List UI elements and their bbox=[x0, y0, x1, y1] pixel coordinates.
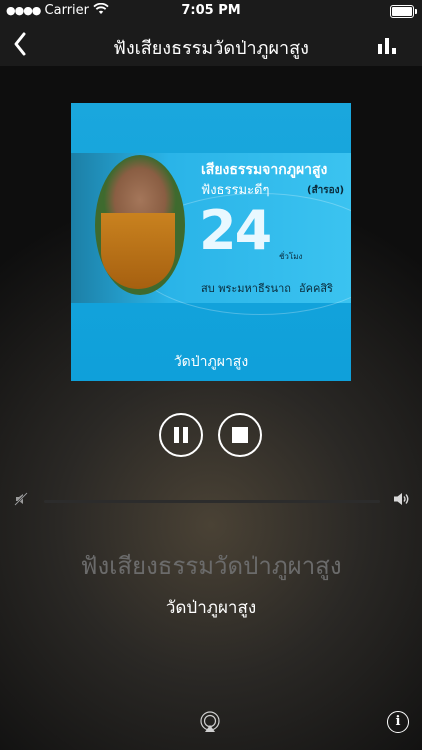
monk-robe bbox=[101, 213, 175, 289]
track-title: ฟังเสียงธรรมวัดป่าภูผาสูง bbox=[80, 552, 342, 580]
artwork-speaker-suffix: อัคคสิริ bbox=[299, 282, 333, 295]
info-button[interactable]: i bbox=[387, 711, 409, 733]
track-subtitle: วัดป่าภูผาสูง bbox=[165, 598, 257, 618]
back-button[interactable] bbox=[6, 26, 42, 62]
battery-icon bbox=[390, 5, 417, 18]
status-time: 7:05 PM bbox=[181, 3, 241, 18]
volume-max-icon bbox=[394, 493, 409, 505]
back-chevron-icon bbox=[14, 32, 26, 56]
stop-button[interactable] bbox=[218, 413, 262, 457]
artwork-hours-label: ชั่วโมง bbox=[279, 252, 303, 261]
artwork-subheading: ฟังธรรมะดีๆ bbox=[201, 183, 270, 198]
artwork-heading: เสียงธรรมจากภูผาสูง bbox=[201, 162, 328, 178]
stop-icon bbox=[232, 427, 248, 443]
artwork-backup-label: (สำรอง) bbox=[307, 185, 345, 196]
artwork-speaker-name: สบ พระมหาธีรนาถ bbox=[201, 282, 291, 295]
volume-slider[interactable] bbox=[44, 500, 380, 503]
pause-button[interactable] bbox=[159, 413, 203, 457]
status-bar: ●●●● Carrier 7:05 PM bbox=[0, 0, 422, 22]
navigation-bar: ฟังเสียงธรรมวัดป่าภูผาสูง bbox=[0, 22, 422, 66]
nav-title: ฟังเสียงธรรมวัดป่าภูผาสูง bbox=[113, 38, 309, 59]
album-artwork: เสียงธรรมจากภูผาสูง ฟังธรรมะดีๆ (สำรอง) … bbox=[71, 103, 351, 381]
info-icon: i bbox=[395, 714, 401, 729]
equalizer-icon[interactable] bbox=[378, 38, 398, 54]
volume-min-icon bbox=[14, 492, 28, 506]
artwork-caption: วัดป่าภูผาสูง bbox=[173, 354, 249, 370]
airplay-icon[interactable] bbox=[199, 711, 221, 733]
artwork-big-number: 24 bbox=[199, 199, 272, 262]
